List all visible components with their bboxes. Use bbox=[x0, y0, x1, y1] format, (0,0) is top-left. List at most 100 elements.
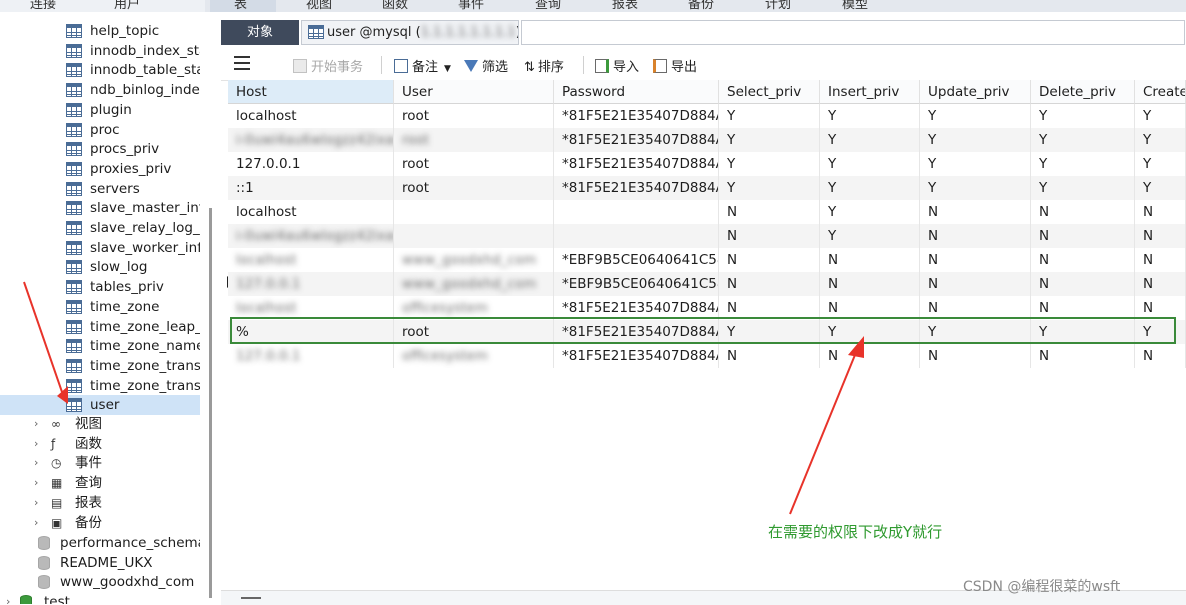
tree-category-item[interactable]: › ƒ 函数 bbox=[0, 434, 200, 454]
chevron-right-icon[interactable]: › bbox=[34, 493, 38, 513]
table-cell[interactable]: i-0uwi4au6wlogzz42ixadtz bbox=[228, 128, 394, 152]
table-cell[interactable] bbox=[554, 224, 719, 248]
table-row[interactable]: localhost N Y N N N bbox=[228, 200, 1186, 224]
table-cell[interactable]: Y bbox=[920, 104, 1031, 128]
column-header[interactable]: Create_ bbox=[1135, 80, 1186, 104]
table-cell[interactable]: N bbox=[719, 272, 820, 296]
table-cell[interactable]: Y bbox=[820, 128, 920, 152]
tree-table-item[interactable]: time_zone_name bbox=[0, 336, 200, 356]
table-cell[interactable] bbox=[394, 224, 554, 248]
table-cell[interactable] bbox=[554, 200, 719, 224]
menu-user[interactable]: 用户 bbox=[114, 0, 140, 12]
chevron-right-icon[interactable]: › bbox=[34, 453, 38, 473]
tree-table-item[interactable]: proxies_priv bbox=[0, 159, 200, 179]
menu-query[interactable]: 查询 bbox=[535, 0, 561, 12]
tree-table-item[interactable]: time_zone_transiti bbox=[0, 356, 200, 376]
memo-dropdown-icon[interactable]: ▼ bbox=[444, 64, 451, 74]
menu-event[interactable]: 事件 bbox=[458, 0, 484, 12]
table-row[interactable]: 127.0.0.1 www_goodxhd_com *EBF9B5CE0640641… bbox=[228, 272, 1186, 296]
tree-table-item[interactable]: ndb_binlog_index bbox=[0, 80, 200, 100]
table-cell[interactable]: *81F5E21E35407D884A6C bbox=[554, 344, 719, 368]
tree-table-item[interactable]: slave_relay_log_in bbox=[0, 218, 200, 238]
table-cell[interactable]: N bbox=[719, 248, 820, 272]
menu-report[interactable]: 报表 bbox=[612, 0, 638, 12]
table-cell[interactable]: Y bbox=[1135, 128, 1186, 152]
filter-button[interactable]: 筛选 bbox=[464, 56, 508, 75]
tab-objects[interactable]: 对象 bbox=[221, 20, 299, 45]
memo-button[interactable]: 备注 ▼ bbox=[394, 56, 451, 75]
column-header[interactable]: User bbox=[394, 80, 554, 104]
table-cell[interactable]: Y bbox=[820, 176, 920, 200]
table-cell[interactable]: N bbox=[820, 344, 920, 368]
table-cell[interactable]: Y bbox=[1135, 176, 1186, 200]
tree-table-item[interactable]: plugin bbox=[0, 100, 200, 120]
table-cell[interactable]: i-0uwi4au6wlogzz42ixadtz bbox=[228, 224, 394, 248]
table-cell[interactable]: officesystem bbox=[394, 344, 554, 368]
chevron-right-icon[interactable]: › bbox=[34, 513, 38, 533]
table-cell[interactable]: localhost bbox=[228, 200, 394, 224]
table-cell[interactable]: Y bbox=[820, 224, 920, 248]
tree-category-item[interactable]: › ▣ 备份 bbox=[0, 513, 200, 533]
table-cell[interactable]: www_goodxhd_com bbox=[394, 248, 554, 272]
tree-table-item[interactable]: servers bbox=[0, 179, 200, 199]
table-cell[interactable]: Y bbox=[820, 200, 920, 224]
tree-table-item[interactable]: slave_master_info bbox=[0, 198, 200, 218]
export-button[interactable]: 导出 bbox=[653, 56, 697, 75]
table-cell[interactable]: Y bbox=[1135, 104, 1186, 128]
chevron-right-icon[interactable]: › bbox=[6, 592, 10, 604]
tree-category-item[interactable]: › ▦ 查询 bbox=[0, 473, 200, 493]
tree-database-item[interactable]: www_goodxhd_com bbox=[0, 572, 200, 592]
table-cell[interactable]: Y bbox=[920, 152, 1031, 176]
table-cell[interactable]: Y bbox=[1031, 152, 1135, 176]
menu-view[interactable]: 视图 bbox=[306, 0, 332, 12]
chevron-right-icon[interactable]: › bbox=[34, 434, 38, 454]
table-cell[interactable]: N bbox=[820, 248, 920, 272]
table-row[interactable]: localhostroot*81F5E21E35407D884A6CYYYYY bbox=[228, 104, 1186, 128]
tree-table-item[interactable]: user bbox=[0, 395, 200, 416]
tree-category-item[interactable]: › ▤ 报表 bbox=[0, 493, 200, 513]
table-cell[interactable]: N bbox=[719, 224, 820, 248]
table-cell[interactable]: *81F5E21E35407D884A6C bbox=[554, 128, 719, 152]
column-header[interactable]: Password bbox=[554, 80, 719, 104]
table-cell[interactable]: N bbox=[1031, 224, 1135, 248]
table-cell[interactable]: 127.0.0.1 bbox=[228, 272, 394, 296]
table-cell[interactable]: 127.0.0.1 bbox=[228, 152, 394, 176]
table-cell[interactable]: N bbox=[1031, 272, 1135, 296]
table-cell[interactable]: N bbox=[920, 248, 1031, 272]
table-cell[interactable]: Y bbox=[1135, 152, 1186, 176]
table-cell[interactable]: Y bbox=[1031, 128, 1135, 152]
table-row[interactable]: 127.0.0.1root*81F5E21E35407D884A6CYYYYY bbox=[228, 152, 1186, 176]
table-cell[interactable]: *81F5E21E35407D884A6C bbox=[554, 104, 719, 128]
table-cell[interactable]: Y bbox=[1031, 176, 1135, 200]
table-cell[interactable]: N bbox=[920, 224, 1031, 248]
menu-function[interactable]: 函数 bbox=[382, 0, 408, 12]
table-cell[interactable]: Y bbox=[719, 176, 820, 200]
table-cell[interactable]: N bbox=[920, 200, 1031, 224]
table-cell[interactable]: *81F5E21E35407D884A6C bbox=[554, 176, 719, 200]
column-header[interactable]: Host bbox=[228, 80, 394, 104]
table-cell[interactable]: N bbox=[1135, 224, 1186, 248]
table-cell[interactable]: Y bbox=[719, 152, 820, 176]
tree-database-item[interactable]: performance_schema bbox=[0, 533, 200, 553]
table-cell[interactable]: N bbox=[920, 344, 1031, 368]
column-header[interactable]: Delete_priv bbox=[1031, 80, 1135, 104]
table-cell[interactable]: localhost bbox=[228, 104, 394, 128]
table-cell[interactable]: root bbox=[394, 152, 554, 176]
table-cell[interactable]: localhost bbox=[228, 248, 394, 272]
table-cell[interactable]: *81F5E21E35407D884A6C bbox=[554, 152, 719, 176]
menu-schedule[interactable]: 计划 bbox=[765, 0, 791, 12]
tree-database-item[interactable]: › test bbox=[0, 592, 200, 604]
table-cell[interactable]: N bbox=[719, 200, 820, 224]
tree-table-item[interactable]: time_zone_transiti bbox=[0, 376, 200, 396]
chevron-right-icon[interactable]: › bbox=[34, 473, 38, 493]
tree-table-item[interactable]: time_zone bbox=[0, 297, 200, 317]
table-cell[interactable]: Y bbox=[920, 128, 1031, 152]
table-cell[interactable]: Y bbox=[820, 152, 920, 176]
column-header[interactable]: Insert_priv bbox=[820, 80, 920, 104]
table-cell[interactable]: N bbox=[1135, 200, 1186, 224]
tree-table-item[interactable]: tables_priv bbox=[0, 277, 200, 297]
table-cell[interactable]: N bbox=[1031, 200, 1135, 224]
table-cell[interactable] bbox=[394, 200, 554, 224]
tree-table-item[interactable]: help_topic bbox=[0, 21, 200, 41]
menu-backup[interactable]: 备份 bbox=[688, 0, 714, 12]
